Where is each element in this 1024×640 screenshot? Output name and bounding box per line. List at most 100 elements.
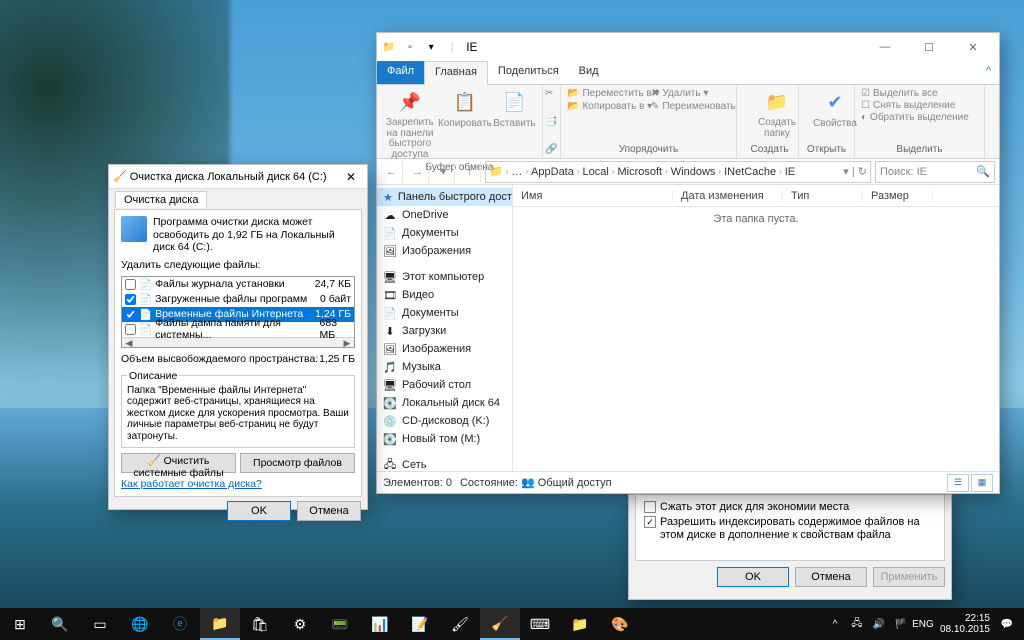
taskbar-app[interactable]: ⓔ [160,608,200,640]
scroll-left-icon[interactable]: ◀ [122,338,136,348]
maximize-button[interactable]: ☐ [907,33,951,61]
cut-icon[interactable]: ✂ [545,88,558,99]
sidebar-item[interactable]: 💿CD-дисковод (K:) [377,412,512,430]
files-list-label: Удалить следующие файлы: [121,259,355,271]
cancel-button[interactable]: Отмена [297,501,361,521]
column-type[interactable]: Тип [783,190,863,202]
tray-clock[interactable]: 22:1508.10.2015 [934,613,996,635]
sidebar-item-network[interactable]: 🖧Сеть [377,456,512,471]
invert-selection-button[interactable]: ◐ Обратить выделение [861,112,978,123]
help-link[interactable]: Как работает очистка диска? [121,478,355,490]
ok-button[interactable]: OK [227,501,291,521]
nav-back-button[interactable]: ← [381,161,403,183]
sidebar-item-onedrive[interactable]: ☁OneDrive [377,206,512,224]
apply-button[interactable]: Применить [873,567,945,587]
tab-cleanup[interactable]: Очистка диска [115,191,207,208]
file-row[interactable]: 📄Загруженные файлы программ0 байт [122,292,354,307]
file-row[interactable]: 📄Файлы журнала установки24,7 КБ [122,277,354,292]
taskbar-app[interactable]: ⌨ [520,608,560,640]
sidebar-item[interactable]: 🖼Изображения [377,340,512,358]
view-details-button[interactable]: ☰ [947,474,969,492]
tray-volume-icon[interactable]: 🔊 [868,619,890,630]
task-view-button[interactable]: ▭ [80,608,120,640]
sidebar-item[interactable]: 🎵Музыка [377,358,512,376]
column-name[interactable]: Имя [513,190,673,202]
ribbon: 📌Закрепить на панели быстрого доступа 📋К… [377,85,999,159]
sidebar-item[interactable]: 🎞Видео [377,286,512,304]
view-icons-button[interactable]: ▦ [971,474,993,492]
sidebar-item[interactable]: 💽Новый том (M:) [377,430,512,448]
column-size[interactable]: Размер [863,190,933,202]
taskbar-app[interactable]: 🧹 [480,608,520,640]
ribbon-collapse-icon[interactable]: ^ [978,61,999,84]
folder-icon: 📁 [381,39,397,55]
tray-language[interactable]: ENG [912,619,934,630]
sidebar-item[interactable]: ⬇Загрузки [377,322,512,340]
copy-path-icon[interactable]: 📑 [545,116,558,127]
nav-forward-button[interactable]: → [407,161,429,183]
disk-properties-dialog: Сжать этот диск для экономии места ✓ Разр… [628,494,952,600]
tray-flag-icon[interactable]: 🏴 [890,619,912,630]
tray-chevron-icon[interactable]: ^ [824,619,846,630]
tab-home[interactable]: Главная [424,61,488,85]
taskbar-app[interactable]: 📁 [560,608,600,640]
paste-shortcut-icon[interactable]: 🔗 [545,144,558,155]
index-checkbox[interactable]: ✓ [644,516,656,528]
taskbar-app[interactable]: 📝 [400,608,440,640]
file-explorer-window: 📁 ▫ ▾ | IE — ☐ ✕ Файл Главная Поделиться… [376,32,1000,494]
status-count: Элементов: 0 [383,477,452,489]
taskbar-app[interactable]: 🛍 [240,608,280,640]
tab-view[interactable]: Вид [569,61,609,84]
status-state: Состояние: 👥 Общий доступ [460,476,612,489]
quick-access-header[interactable]: ★Панель быстрого доступа [377,188,512,206]
clean-system-files-button[interactable]: 🧹 Очистить системные файлы [121,453,236,473]
qat-dropdown-icon[interactable]: ▾ [423,39,439,55]
tray-network-icon[interactable]: 🖧 [846,616,868,633]
taskbar-app[interactable]: 📊 [360,608,400,640]
compress-checkbox[interactable] [644,501,656,513]
view-files-button[interactable]: Просмотр файлов [240,453,355,473]
pin-to-quickaccess-button[interactable]: 📌Закрепить на панели быстрого доступа [383,88,437,160]
cancel-button[interactable]: Отмена [795,567,867,587]
qat-props-icon[interactable]: ▫ [402,39,418,55]
ok-button[interactable]: OK [717,567,789,587]
taskbar-app-explorer[interactable]: 📁 [200,608,240,640]
minimize-button[interactable]: — [863,33,907,61]
new-folder-button[interactable]: 📁Создать папку [747,88,807,139]
sidebar-item[interactable]: 🖥Рабочий стол [377,376,512,394]
nav-up-button[interactable]: ↑ [459,161,481,183]
column-date[interactable]: Дата изменения [673,190,783,202]
taskbar-app[interactable]: 🌐 [120,608,160,640]
disk-cleanup-icon: 🧹 [113,170,127,183]
taskbar: ⊞ 🔍 ▭ 🌐 ⓔ 📁 🛍 ⚙ 📟 📊 📝 🖌 🧹 ⌨ 📁 🎨 ^ 🖧 🔊 🏴 … [0,608,1024,640]
tab-share[interactable]: Поделиться [488,61,569,84]
nav-history-button[interactable]: ▾ [433,161,455,183]
compress-label: Сжать этот диск для экономии места [660,501,849,513]
sidebar-item[interactable]: 📄Документы [377,304,512,322]
navigation-pane: ★Панель быстрого доступа ☁OneDrive 📄Доку… [377,185,513,471]
taskbar-app[interactable]: 🎨 [600,608,640,640]
search-input[interactable]: Поиск: IE🔍 [875,161,995,183]
close-button[interactable]: ✕ [339,170,363,184]
tab-file[interactable]: Файл [377,61,424,84]
empty-folder-text: Эта папка пуста. [513,207,999,471]
select-none-button[interactable]: ☐ Снять выделение [861,100,978,111]
close-button[interactable]: ✕ [951,33,995,61]
search-button[interactable]: 🔍 [40,608,80,640]
index-label: Разрешить индексировать содержимое файло… [660,516,936,542]
copy-button[interactable]: 📋Копировать [441,88,489,129]
taskbar-app[interactable]: ⚙ [280,608,320,640]
sidebar-item[interactable]: 💽Локальный диск 64 [377,394,512,412]
select-all-button[interactable]: ☑ Выделить все [861,88,978,99]
start-button[interactable]: ⊞ [0,608,40,640]
paste-button[interactable]: 📄Вставить [493,88,536,129]
breadcrumb[interactable]: 📁›…› AppData› Local› Microsoft› Windows›… [485,161,871,183]
scroll-right-icon[interactable]: ▶ [340,338,354,348]
tray-notifications-icon[interactable]: 💬 [996,619,1018,630]
sidebar-item-thispc[interactable]: 🖥Этот компьютер [377,268,512,286]
sidebar-item-pictures[interactable]: 🖼Изображения [377,242,512,260]
file-row[interactable]: 📄Файлы дампа памяти для системны...683 М… [122,322,354,337]
taskbar-app[interactable]: 📟 [320,608,360,640]
taskbar-app[interactable]: 🖌 [440,608,480,640]
sidebar-item-documents[interactable]: 📄Документы [377,224,512,242]
